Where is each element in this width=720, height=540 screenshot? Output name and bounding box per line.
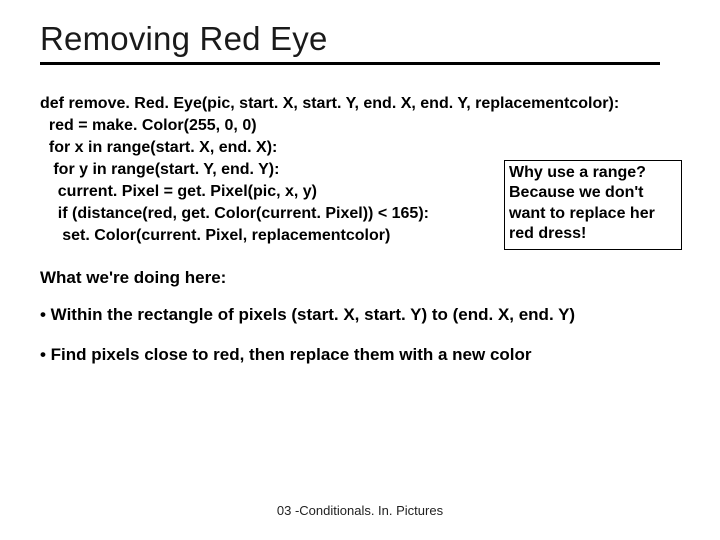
section-heading: What we're doing here: bbox=[40, 268, 680, 288]
code-line-4: for y in range(start. Y, end. Y): bbox=[40, 161, 279, 178]
slide-title: Removing Red Eye bbox=[40, 20, 680, 58]
callout-question: Why use a range? bbox=[509, 163, 677, 183]
bullet-1: • Within the rectangle of pixels (start.… bbox=[40, 304, 600, 327]
code-line-3: for x in range(start. X, end. X): bbox=[40, 139, 277, 156]
code-line-1: def remove. Red. Eye(pic, start. X, star… bbox=[40, 95, 619, 112]
bullet-2: • Find pixels close to red, then replace… bbox=[40, 344, 600, 367]
code-line-6: if (distance(red, get. Color(current. Pi… bbox=[40, 205, 429, 222]
code-line-7: set. Color(current. Pixel, replacementco… bbox=[40, 227, 390, 244]
callout-box: Why use a range? Because we don't want t… bbox=[504, 160, 682, 250]
title-underline bbox=[40, 62, 660, 65]
slide-footer: 03 -Conditionals. In. Pictures bbox=[0, 503, 720, 518]
code-line-5: current. Pixel = get. Pixel(pic, x, y) bbox=[40, 183, 317, 200]
code-line-2: red = make. Color(255, 0, 0) bbox=[40, 117, 257, 134]
slide: Removing Red Eye def remove. Red. Eye(pi… bbox=[0, 0, 720, 540]
callout-answer: Because we don't want to replace her red… bbox=[509, 183, 677, 244]
